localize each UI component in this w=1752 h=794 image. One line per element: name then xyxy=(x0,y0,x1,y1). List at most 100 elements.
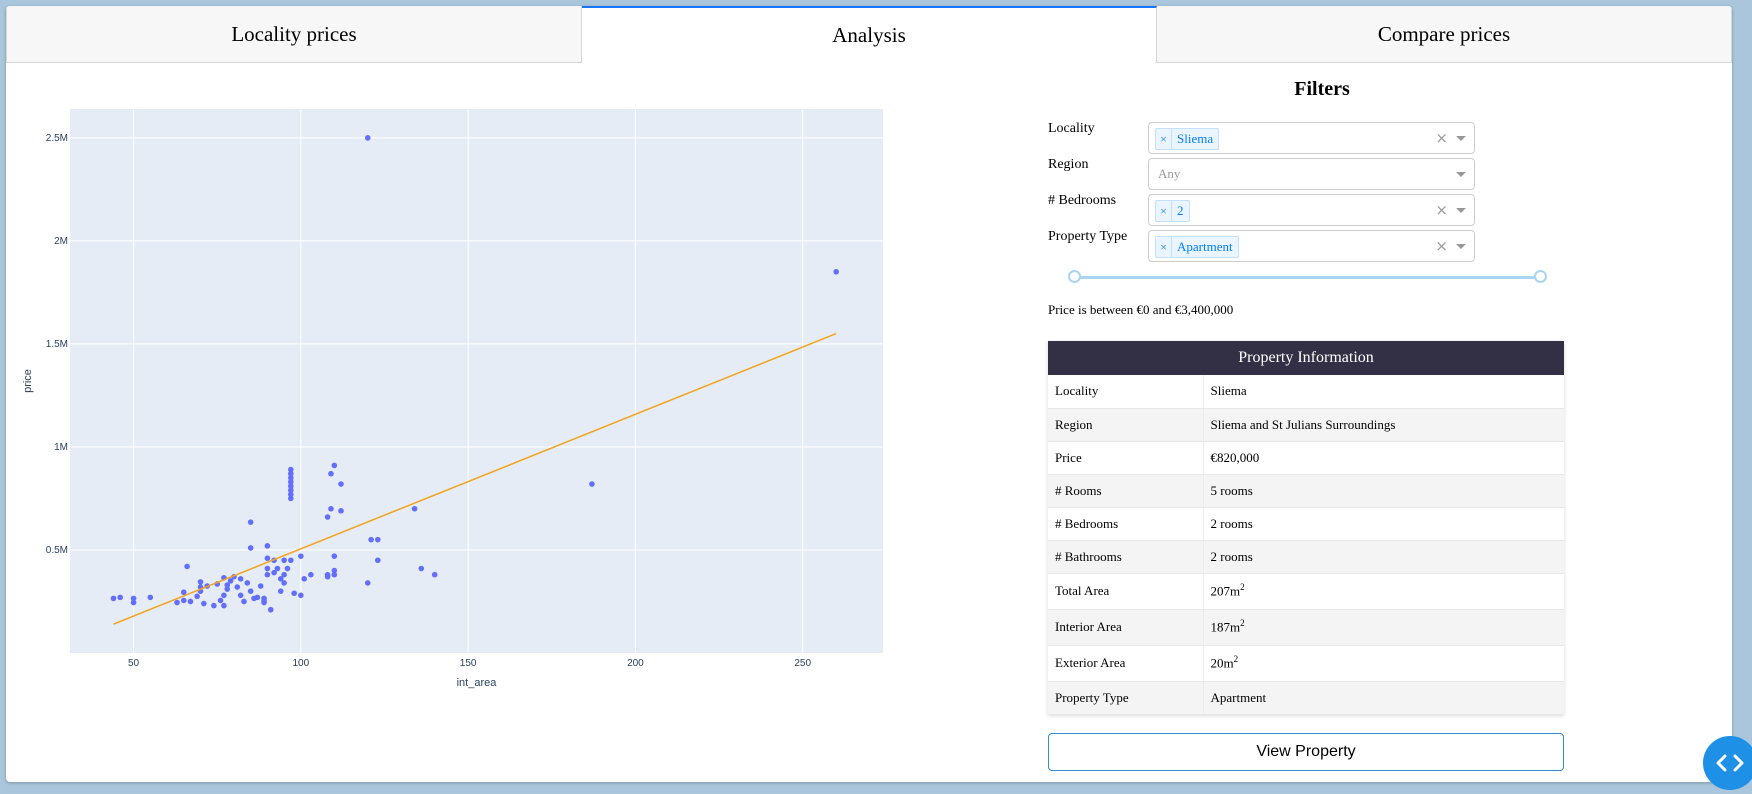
data-point xyxy=(338,481,344,487)
data-point xyxy=(110,595,117,602)
table-row: # Rooms 5 rooms xyxy=(1048,474,1564,508)
row-label: Exterior Area xyxy=(1048,645,1204,682)
data-point xyxy=(174,599,180,606)
data-point xyxy=(288,557,294,564)
chevron-down-icon[interactable] xyxy=(1456,208,1466,213)
region-dropdown[interactable]: Any xyxy=(1148,158,1475,190)
row-label: # Rooms xyxy=(1048,474,1204,508)
view-property-button[interactable]: View Property xyxy=(1048,733,1564,771)
table-row: Exterior Area 20m2 xyxy=(1048,645,1564,682)
data-point xyxy=(264,565,271,572)
y-tick-label: 1.5M xyxy=(46,339,68,350)
chevron-down-icon[interactable] xyxy=(1456,172,1466,177)
data-point xyxy=(234,584,241,590)
chevron-down-icon[interactable] xyxy=(1456,136,1466,141)
price-range-text: Price is between €0 and €3,400,000 xyxy=(1048,302,1234,317)
x-tick-label: 250 xyxy=(794,658,811,669)
data-point xyxy=(281,571,287,578)
data-point xyxy=(194,593,200,600)
region-placeholder: Any xyxy=(1158,166,1181,181)
data-point xyxy=(364,135,371,141)
clear-icon[interactable]: × xyxy=(1435,201,1448,219)
data-point xyxy=(244,580,251,586)
chart-svg: 50 100 150 200 250 0.5M 1M 1.5M 2M 2.5M int_area pr… xyxy=(22,109,883,689)
data-point xyxy=(197,579,204,585)
row-value: 2 rooms xyxy=(1203,507,1564,541)
property-info-table: Property Information Locality Sliema Regi… xyxy=(1048,341,1564,715)
row-label: Price xyxy=(1048,441,1204,475)
data-point xyxy=(331,571,338,578)
table-row: # Bedrooms 2 rooms xyxy=(1048,507,1564,541)
data-point xyxy=(264,555,271,562)
data-point xyxy=(247,519,254,525)
slider-max-handle[interactable] xyxy=(1534,270,1547,283)
code-toggle-button[interactable] xyxy=(1703,736,1752,790)
data-point xyxy=(147,594,154,601)
row-label: Property Type xyxy=(1048,681,1204,715)
data-point xyxy=(375,536,381,543)
bedrooms-dropdown[interactable]: × 2 × xyxy=(1148,194,1475,226)
row-label: Interior Area xyxy=(1048,609,1204,646)
data-point xyxy=(241,598,247,605)
table-row: Price €820,000 xyxy=(1048,441,1564,475)
x-tick-label: 50 xyxy=(128,658,140,669)
data-point xyxy=(130,595,137,602)
chevron-down-icon[interactable] xyxy=(1456,244,1466,249)
x-tick-label: 150 xyxy=(460,658,477,669)
chevrons-icon xyxy=(1716,754,1744,772)
tab-bar: Locality prices Analysis Compare prices xyxy=(6,6,1732,63)
data-point xyxy=(184,563,190,570)
row-label: Region xyxy=(1048,408,1204,442)
data-point xyxy=(308,571,314,578)
price-range-slider[interactable] xyxy=(1074,276,1540,279)
table-row: # Bathrooms 2 rooms xyxy=(1048,540,1564,574)
data-point xyxy=(117,594,123,601)
tab-locality-prices[interactable]: Locality prices xyxy=(6,6,582,63)
clear-icon[interactable]: × xyxy=(1435,129,1448,147)
table-row: Total Area 207m2 xyxy=(1048,573,1564,610)
x-tick-label: 100 xyxy=(293,658,310,669)
row-label: # Bathrooms xyxy=(1048,540,1204,574)
data-point xyxy=(180,597,187,604)
data-point xyxy=(328,505,334,512)
data-point xyxy=(298,553,304,559)
remove-chip-icon[interactable]: × xyxy=(1156,237,1172,257)
property-type-chip: × Apartment xyxy=(1155,236,1239,258)
data-point xyxy=(418,565,425,572)
tab-analysis[interactable]: Analysis xyxy=(582,6,1157,63)
data-point xyxy=(331,462,338,469)
data-point xyxy=(431,571,438,578)
tab-compare-prices[interactable]: Compare prices xyxy=(1157,6,1732,63)
locality-dropdown[interactable]: × Sliema × xyxy=(1148,122,1475,154)
scatter-chart[interactable]: 50 100 150 200 250 0.5M 1M 1.5M 2M 2.5M int_area pr… xyxy=(6,70,1006,770)
data-point xyxy=(411,505,418,512)
row-value: Apartment xyxy=(1203,681,1564,715)
x-tick-label: 200 xyxy=(627,658,644,669)
property-info-title: Property Information xyxy=(1048,341,1564,375)
data-point xyxy=(281,557,287,564)
filters-title: Filters xyxy=(1294,78,1350,100)
data-point xyxy=(211,602,217,609)
data-point xyxy=(254,594,261,601)
data-point xyxy=(368,536,374,543)
data-point xyxy=(375,557,381,564)
data-point xyxy=(277,588,284,594)
clear-icon[interactable]: × xyxy=(1435,237,1448,255)
data-point xyxy=(274,565,281,572)
row-value: 207m2 xyxy=(1203,573,1564,610)
slider-min-handle[interactable] xyxy=(1068,270,1081,283)
property-type-chip-label: Apartment xyxy=(1177,239,1233,254)
property-type-label: Property Type xyxy=(1048,229,1128,244)
data-point xyxy=(257,583,264,589)
property-type-dropdown[interactable]: × Apartment × xyxy=(1148,230,1475,262)
data-point xyxy=(364,580,371,586)
row-value: Sliema xyxy=(1203,375,1564,409)
remove-chip-icon[interactable]: × xyxy=(1156,201,1172,221)
y-tick-label: 1M xyxy=(54,442,68,453)
data-point xyxy=(217,597,224,604)
remove-chip-icon[interactable]: × xyxy=(1156,129,1172,149)
locality-label: Locality xyxy=(1048,121,1095,136)
data-point xyxy=(328,470,334,477)
data-point xyxy=(247,545,254,551)
region-label: Region xyxy=(1048,157,1089,172)
